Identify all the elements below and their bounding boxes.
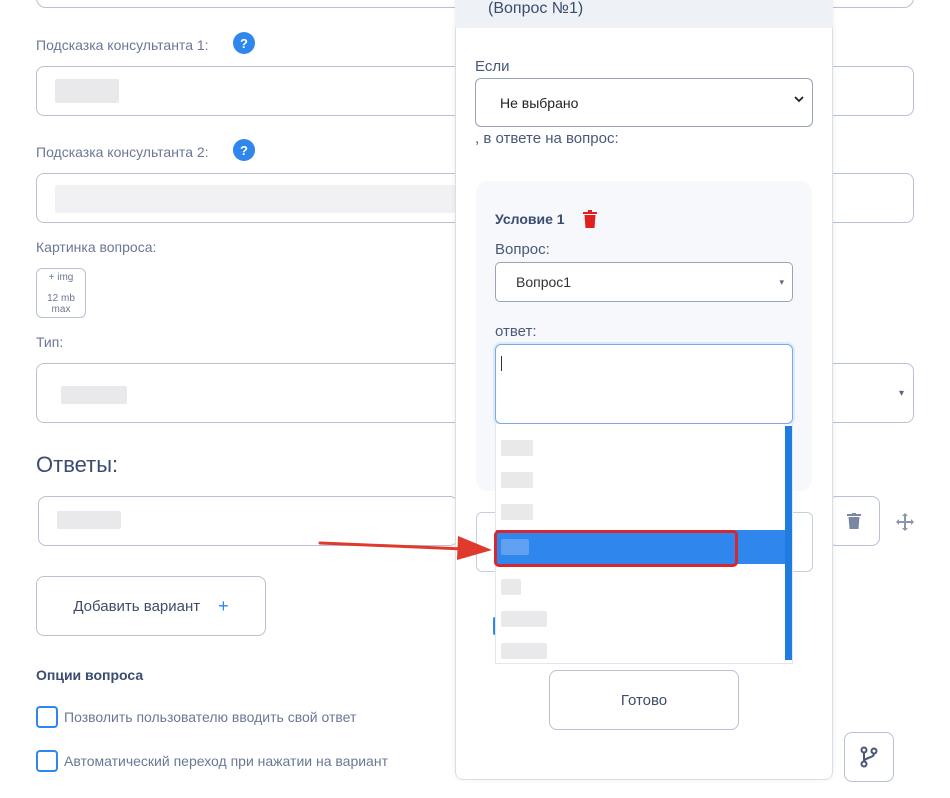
add-variant-label: Добавить вариант — [73, 597, 201, 615]
in-answer-label: , в ответе на вопрос: — [475, 130, 619, 147]
if-select-value: Не выбрано — [500, 94, 579, 111]
dropdown-option[interactable] — [496, 632, 786, 664]
redacted-text — [55, 79, 119, 103]
if-label: Если — [475, 58, 510, 75]
chevron-down-icon — [794, 96, 804, 103]
upload-label: + img — [48, 272, 74, 283]
plus-icon: + — [218, 595, 229, 616]
question-label: Вопрос: — [495, 241, 550, 258]
own-answer-label: Позволить пользователю вводить свой отве… — [64, 709, 357, 725]
question-select[interactable]: Вопрос1 ▾ — [495, 262, 793, 302]
image-label: Картинка вопроса: — [36, 239, 157, 255]
dropdown-scrollbar[interactable] — [785, 426, 792, 660]
redacted-text — [57, 511, 121, 529]
delete-variant-button[interactable] — [828, 496, 880, 546]
dropdown-option[interactable] — [496, 429, 786, 461]
done-button[interactable]: Готово — [549, 670, 739, 730]
caret-down-icon: ▾ — [899, 388, 905, 399]
upload-size: 12 mb — [47, 293, 75, 304]
hidden-field-edge — [793, 512, 813, 572]
auto-advance-checkbox[interactable] — [36, 750, 58, 772]
dropdown-option[interactable] — [496, 600, 786, 632]
condition-title: Условие 1 — [495, 211, 565, 227]
caret-down-icon: ▾ — [779, 277, 784, 287]
own-answer-checkbox[interactable] — [36, 706, 58, 728]
highlight-box — [494, 530, 738, 567]
hint1-help-icon[interactable]: ? — [233, 32, 255, 54]
redacted-text — [501, 472, 533, 488]
done-button-label: Готово — [620, 691, 668, 709]
answers-title: Ответы: — [36, 452, 119, 477]
text-cursor — [501, 356, 502, 371]
options-title: Опции вопроса — [36, 667, 144, 683]
dropdown-option[interactable] — [496, 493, 786, 525]
redacted-text — [501, 643, 547, 659]
redacted-text — [61, 386, 127, 404]
redacted-text — [501, 440, 533, 456]
type-label: Тип: — [36, 334, 64, 350]
option-auto-advance[interactable]: Автоматический переход при нажатии на ва… — [36, 750, 388, 772]
pointer-arrow — [318, 536, 492, 560]
branch-logic-button[interactable] — [844, 732, 894, 782]
redacted-text — [55, 185, 455, 213]
hint2-label: Подсказка консультанта 2: — [36, 144, 209, 160]
trash-icon — [847, 513, 861, 529]
question-select-value: Вопрос1 — [516, 274, 572, 290]
option-own-answer[interactable]: Позволить пользователю вводить свой отве… — [36, 706, 356, 728]
redacted-text — [501, 504, 533, 520]
redacted-text — [501, 611, 547, 627]
hint1-label: Подсказка консультанта 1: — [36, 37, 209, 53]
modal-header: (Вопрос №1) — [455, 0, 833, 28]
modal-title: (Вопрос №1) — [488, 0, 584, 17]
dropdown-option[interactable] — [496, 568, 786, 600]
redacted-text — [501, 579, 521, 595]
upload-max: max — [51, 304, 71, 315]
dropdown-option[interactable] — [496, 461, 786, 493]
image-upload-button[interactable]: + img 12 mb max — [36, 268, 86, 318]
answer-input[interactable] — [495, 344, 793, 424]
answer-label: ответ: — [495, 323, 537, 340]
if-select[interactable]: Не выбрано — [475, 78, 813, 127]
auto-advance-label: Автоматический переход при нажатии на ва… — [64, 753, 388, 769]
add-variant-button[interactable]: Добавить вариант + — [36, 576, 266, 636]
move-icon[interactable] — [895, 512, 915, 532]
delete-condition-icon[interactable] — [582, 210, 598, 228]
hint2-help-icon[interactable]: ? — [233, 139, 255, 161]
git-branch-icon — [860, 746, 878, 768]
